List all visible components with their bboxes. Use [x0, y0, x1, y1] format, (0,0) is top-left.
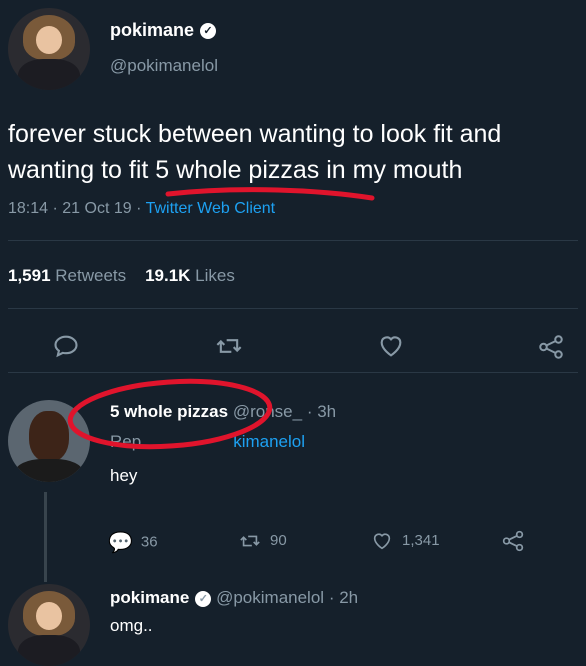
reply-retweet-count: 90: [270, 531, 287, 549]
heart-icon: [373, 533, 391, 550]
avatar-face: [35, 602, 63, 630]
reply-header: 5 whole pizzas @ronse_ · 3h: [110, 402, 336, 422]
avatar-face: [35, 26, 63, 54]
likes-label: Likes: [195, 266, 235, 285]
author-name[interactable]: pokimane ✓: [110, 20, 217, 41]
heart-icon: [380, 336, 402, 357]
reply-icon: 💬: [108, 532, 133, 554]
replying-to: Rep kimanelol: [110, 432, 305, 452]
reply2-author-name[interactable]: pokimane: [110, 588, 189, 607]
reply-icon: [54, 335, 78, 358]
share-button[interactable]: [536, 332, 566, 368]
meta-separator: ·: [52, 200, 58, 217]
tweet-text: forever stuck between wanting to look fi…: [8, 120, 502, 184]
tweet-meta: 18:14 · 21 Oct 19 · Twitter Web Client: [8, 200, 275, 218]
tweet-stats: 1,591 Retweets 19.1K Likes: [8, 266, 235, 286]
author-handle[interactable]: @pokimanelol: [110, 56, 218, 76]
share-icon: [539, 335, 563, 359]
divider: [8, 372, 578, 373]
reply-share-button[interactable]: [500, 528, 526, 558]
author-name-label: pokimane: [110, 20, 195, 40]
reply-retweet-button[interactable]: 90: [238, 530, 287, 552]
replying-mention-link[interactable]: kimanelol: [233, 432, 305, 451]
likes-count: 19.1K: [145, 266, 191, 285]
reply-like-count: 1,341: [402, 531, 440, 549]
reply-author-name[interactable]: 5 whole pizzas: [110, 402, 228, 421]
retweet-button[interactable]: [214, 332, 244, 366]
reply2-avatar[interactable]: [8, 584, 90, 666]
like-button[interactable]: [376, 332, 406, 366]
retweet-icon: [240, 535, 260, 547]
reply2-text: omg..: [110, 616, 153, 635]
retweets-stat[interactable]: 1,591 Retweets: [8, 266, 126, 285]
avatar-shirt: [17, 634, 81, 666]
meta-separator: ·: [136, 200, 142, 217]
divider: [8, 240, 578, 241]
tweet-date[interactable]: 21 Oct 19: [62, 200, 131, 217]
retweet-icon: [216, 339, 242, 353]
retweets-label: Retweets: [55, 266, 127, 285]
annotation-underline: [67, 187, 375, 450]
reply-reply-button[interactable]: 💬 36: [108, 530, 158, 555]
reply-author-handle-rest[interactable]: ronse_: [250, 402, 302, 421]
reply2-header: pokimane ✓ @pokimanelol · 2h: [110, 588, 358, 608]
retweets-count: 1,591: [8, 266, 51, 285]
tweet-time[interactable]: 18:14: [8, 200, 48, 217]
replying-label: Rep: [110, 432, 142, 451]
likes-stat[interactable]: 19.1K Likes: [145, 266, 235, 285]
avatar-shirt: [14, 459, 84, 482]
verified-badge-icon: ✓: [195, 590, 212, 607]
reply-button[interactable]: [52, 332, 80, 366]
reply-reply-count: 36: [140, 533, 158, 551]
reply2-age: · 2h: [328, 588, 359, 607]
reply2-author-handle[interactable]: @pokimanelol: [216, 588, 324, 607]
reply-author-handle[interactable]: @: [233, 402, 250, 421]
reply-like-button[interactable]: 1,341: [370, 530, 440, 552]
divider: [8, 308, 578, 309]
share-icon: [502, 530, 524, 552]
reply-text: hey: [110, 466, 138, 485]
author-avatar[interactable]: [8, 8, 90, 90]
reply-age: · 3h: [306, 402, 337, 421]
thread-line: [44, 492, 47, 582]
avatar-shirt: [17, 58, 81, 90]
avatar-face: [29, 411, 69, 463]
tweet-client-link[interactable]: Twitter Web Client: [146, 200, 276, 217]
reply-avatar[interactable]: [8, 400, 90, 482]
verified-badge-icon: ✓: [200, 23, 217, 40]
